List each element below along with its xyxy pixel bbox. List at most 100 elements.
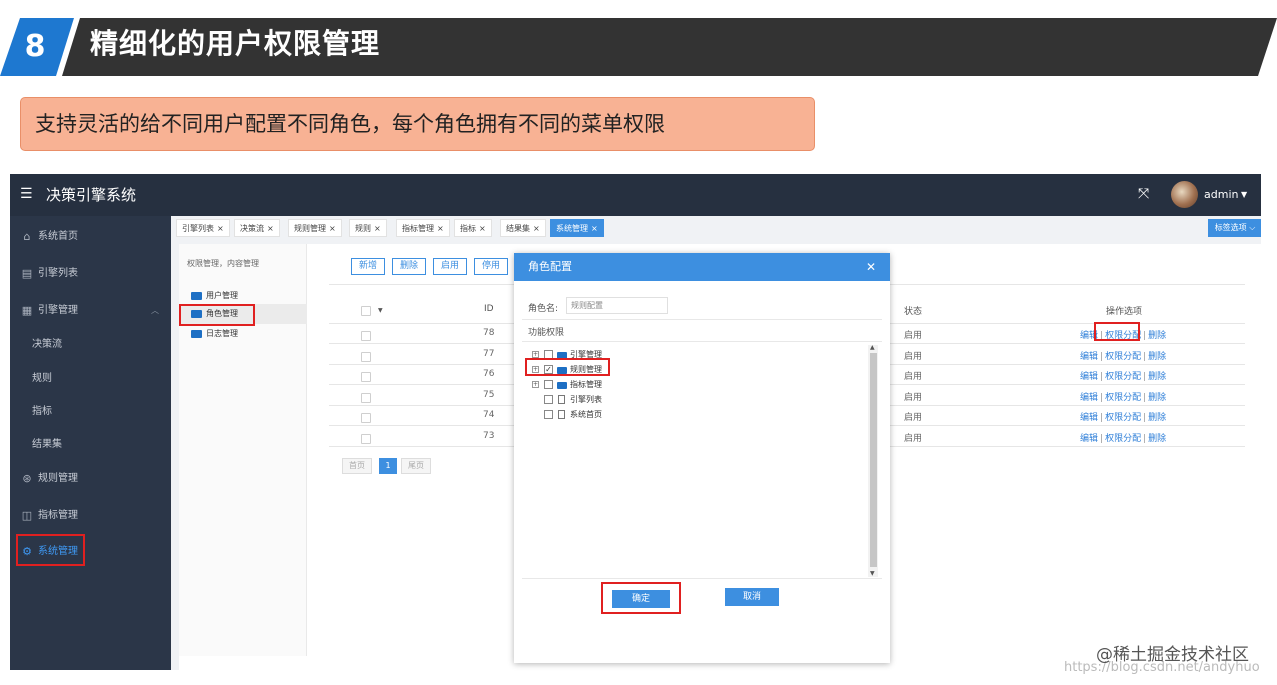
assign-permission-link[interactable]: 权限分配 <box>1105 352 1141 362</box>
sort-icon[interactable]: ▼ <box>378 307 383 314</box>
delete-link[interactable]: 删除 <box>1148 352 1166 362</box>
tree-node-label: 引擎管理 <box>570 350 602 359</box>
expand-icon[interactable]: + <box>532 381 539 388</box>
toolbar-button[interactable]: 新增 <box>351 258 385 275</box>
cancel-button[interactable]: 取消 <box>725 588 779 606</box>
confirm-button[interactable]: 确定 <box>612 590 670 608</box>
assign-permission-link[interactable]: 权限分配 <box>1105 393 1141 403</box>
tree-node[interactable]: 引擎列表 <box>532 393 652 406</box>
tab[interactable]: 指标管理 × <box>396 219 450 237</box>
role-name-input[interactable]: 规则配置 <box>566 297 668 314</box>
hamburger-icon[interactable]: ☰ <box>20 186 34 202</box>
edit-link[interactable]: 编辑 <box>1080 393 1098 403</box>
sidebar-item[interactable]: ▦ 引擎管理 ︿ <box>10 293 171 329</box>
toolbar-button[interactable]: 删除 <box>392 258 426 275</box>
tree-node-label: 规则管理 <box>570 365 602 374</box>
tree-item[interactable]: 角色管理 <box>191 306 238 322</box>
tab[interactable]: 指标 × <box>454 219 492 237</box>
pager-current[interactable]: 1 <box>379 458 397 474</box>
avatar[interactable] <box>1171 181 1198 208</box>
edit-link[interactable]: 编辑 <box>1080 352 1098 362</box>
toolbar-button[interactable]: 停用 <box>474 258 508 275</box>
pager-last[interactable]: 尾页 <box>401 458 431 474</box>
close-icon[interactable]: × <box>479 224 486 233</box>
close-icon[interactable]: × <box>374 224 381 233</box>
delete-link[interactable]: 删除 <box>1148 372 1166 382</box>
tree-item[interactable]: 日志管理 <box>191 326 238 342</box>
sidebar-item[interactable]: 决策流 <box>10 327 171 363</box>
sidebar-item[interactable]: 规则 <box>10 361 171 397</box>
expand-icon[interactable]: + <box>532 366 539 373</box>
node-checkbox[interactable] <box>544 380 553 389</box>
close-icon[interactable]: × <box>591 224 598 233</box>
edit-link[interactable]: 编辑 <box>1080 434 1098 444</box>
delete-link[interactable]: 删除 <box>1148 413 1166 423</box>
user-name[interactable]: admin <box>1204 174 1238 216</box>
assign-permission-link[interactable]: 权限分配 <box>1105 331 1141 341</box>
close-icon[interactable]: × <box>267 224 274 233</box>
tree-node[interactable]: + 指标管理 <box>532 378 652 391</box>
close-icon[interactable]: × <box>217 224 224 233</box>
tree-node[interactable]: + ✓ 规则管理 <box>532 363 652 376</box>
row-checkbox[interactable] <box>361 351 371 362</box>
tab[interactable]: 系统管理 × <box>550 219 604 237</box>
delete-link[interactable]: 删除 <box>1148 434 1166 444</box>
select-all-checkbox[interactable] <box>361 306 371 316</box>
tab[interactable]: 规则管理 × <box>288 219 342 237</box>
gear-icon: ⚙ <box>22 545 32 558</box>
sidebar-item[interactable]: ⚙ 系统管理 <box>10 534 171 570</box>
row-checkbox[interactable] <box>361 331 371 341</box>
delete-link[interactable]: 删除 <box>1148 331 1166 341</box>
node-checkbox[interactable] <box>544 350 553 359</box>
pager-first[interactable]: 首页 <box>342 458 372 474</box>
tab[interactable]: 决策流 × <box>234 219 280 237</box>
row-checkbox[interactable] <box>361 433 371 444</box>
sidebar-item[interactable]: ⊛ 规则管理 <box>10 461 171 497</box>
app-topbar: ☰ 决策引擎系统 ⤧ admin ▼ <box>10 174 1261 216</box>
edit-link[interactable]: 编辑 <box>1080 372 1098 382</box>
sidebar-item[interactable]: ◫ 指标管理 <box>10 498 171 534</box>
sidebar-item-label: 规则 <box>32 373 52 384</box>
node-checkbox[interactable] <box>544 410 553 419</box>
slide: 8 精细化的用户权限管理 支持灵活的给不同用户配置不同角色，每个角色拥有不同的菜… <box>0 0 1277 685</box>
tab[interactable]: 引擎列表 × <box>176 219 230 237</box>
sidebar-item[interactable]: ▤ 引擎列表 <box>10 256 171 292</box>
toolbar-button[interactable]: 启用 <box>433 258 467 275</box>
sidebar-item[interactable]: 结果集 <box>10 427 171 463</box>
scroll-up-icon[interactable]: ▲ <box>870 344 875 351</box>
row-checkbox[interactable] <box>361 372 371 382</box>
node-checkbox[interactable] <box>544 395 553 404</box>
assign-permission-link[interactable]: 权限分配 <box>1105 434 1141 444</box>
tree-item[interactable]: 用户管理 <box>191 288 238 304</box>
row-actions: 编辑 | 权限分配 | 删除 <box>1080 328 1166 341</box>
row-checkbox[interactable] <box>361 392 371 403</box>
sidebar-item[interactable]: 指标 <box>10 394 171 430</box>
close-icon[interactable]: × <box>533 224 540 233</box>
sidebar-item-label: 引擎列表 <box>38 268 78 279</box>
dialog-title: 角色配置 <box>514 253 890 281</box>
tab-options-button[interactable]: 标签选项 ⌵ <box>1208 219 1261 237</box>
close-icon[interactable]: × <box>437 224 444 233</box>
chevron-down-icon[interactable]: ▼ <box>1241 174 1247 216</box>
tab[interactable]: 结果集 × <box>500 219 546 237</box>
close-icon[interactable]: ✕ <box>866 253 876 281</box>
assign-permission-link[interactable]: 权限分配 <box>1105 413 1141 423</box>
delete-link[interactable]: 删除 <box>1148 393 1166 403</box>
sidebar-item[interactable]: ⌂ 系统首页 <box>10 219 171 255</box>
tree-node[interactable]: 系统首页 <box>532 408 652 421</box>
expand-icon[interactable]: + <box>532 351 539 358</box>
scrollbar-thumb[interactable] <box>870 353 877 567</box>
grid-icon: ▦ <box>21 304 33 317</box>
close-icon[interactable]: × <box>329 224 336 233</box>
edit-link[interactable]: 编辑 <box>1080 331 1098 341</box>
scroll-down-icon[interactable]: ▼ <box>870 570 875 577</box>
role-name-label: 角色名: <box>528 304 559 314</box>
tab[interactable]: 规则 × <box>349 219 387 237</box>
edit-link[interactable]: 编辑 <box>1080 413 1098 423</box>
fullscreen-icon[interactable]: ⤧ <box>1138 186 1149 202</box>
assign-permission-link[interactable]: 权限分配 <box>1105 372 1141 382</box>
sidebar-item-label: 指标 <box>32 406 52 417</box>
node-checkbox[interactable]: ✓ <box>544 365 553 374</box>
tree-node[interactable]: + 引擎管理 <box>532 348 652 361</box>
row-checkbox[interactable] <box>361 413 371 423</box>
